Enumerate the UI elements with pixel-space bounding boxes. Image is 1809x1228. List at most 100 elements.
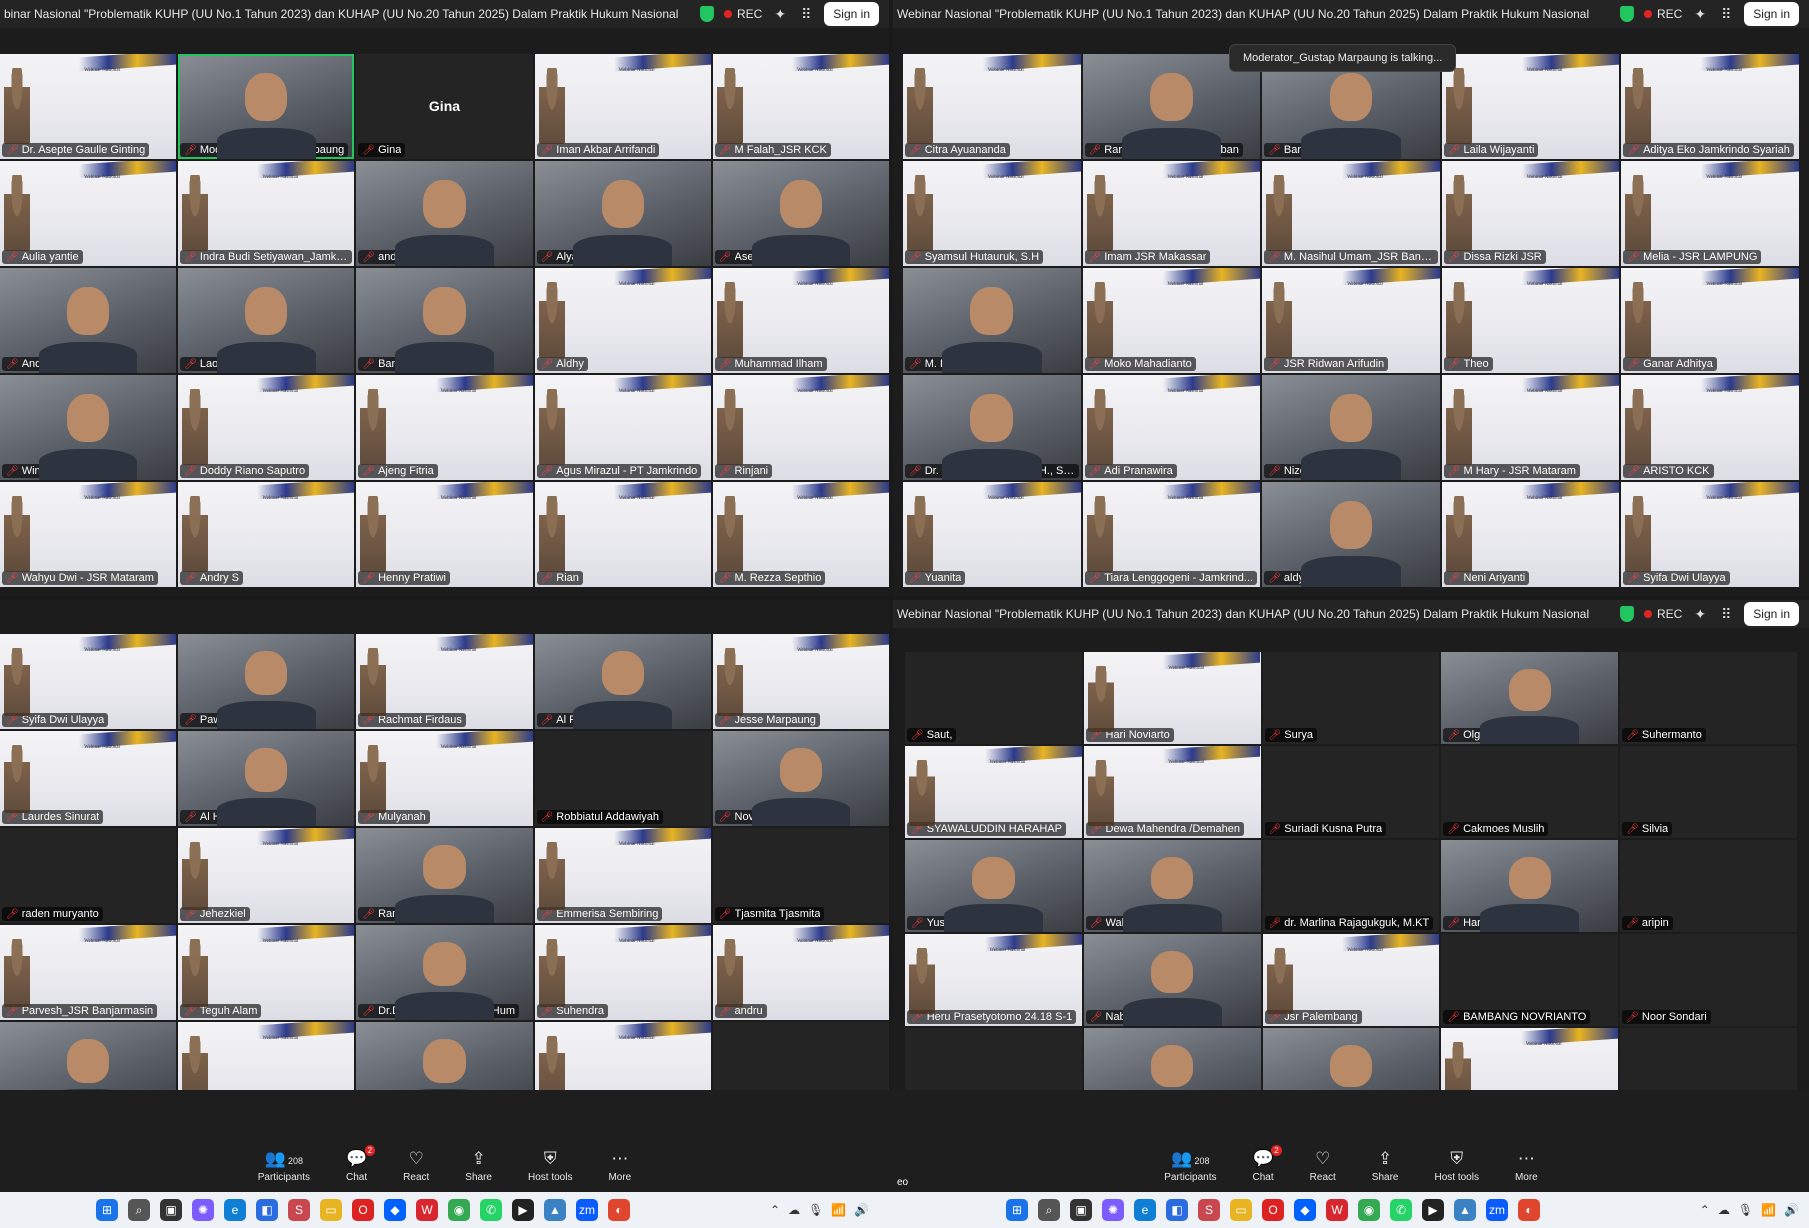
participant-tile[interactable]: 🎤︎ Alya A xyxy=(534,161,711,266)
participant-tile[interactable]: 🎤︎ M. Fahrudin Syah xyxy=(903,268,1081,373)
participant-tile[interactable]: Webinar Nasional 🎤︎ SYAWALUDDIN HARAHAP xyxy=(905,746,1082,838)
sparkle-icon[interactable]: ✦ xyxy=(1692,606,1708,622)
participant-tile[interactable]: Webinar Nasional 🎤︎ ARISTO KCK xyxy=(1621,375,1799,480)
participant-tile[interactable]: Webinar Nasional 🎤︎ Laila Wijayanti xyxy=(1441,54,1620,159)
share-button[interactable]: ⇪ Share xyxy=(1372,1149,1399,1183)
windows-start-icon[interactable]: ⊞ xyxy=(96,1199,118,1221)
participant-tile[interactable]: Webinar Nasional 🎤︎ Yuanita xyxy=(903,482,1081,587)
participant-tile[interactable]: 🎤︎Samsung SM-A715F xyxy=(905,1028,1082,1090)
participant-tile[interactable]: Webinar Nasional 🎤︎ andru xyxy=(712,925,889,1020)
participant-tile[interactable]: 🎤︎ Surya xyxy=(1262,652,1440,744)
participant-tile[interactable]: Webinar Nasional🎤︎Dheon Yanuar Pribadi xyxy=(178,1022,355,1090)
participant-tile[interactable]: 🎤︎ Wahyudi Adiprasetyo xyxy=(1083,840,1261,932)
app-icon[interactable]: S xyxy=(288,1199,310,1221)
folder-icon[interactable]: ▭ xyxy=(1230,1199,1252,1221)
participant-tile[interactable]: Webinar Nasional 🎤︎ Rian xyxy=(534,482,711,587)
task-view-icon[interactable]: ▣ xyxy=(1070,1199,1092,1221)
participant-tile[interactable]: 🎤︎ Nizon xyxy=(1262,375,1440,480)
more-button[interactable]: ⋯ More xyxy=(1515,1149,1538,1183)
participant-tile[interactable]: 🎤︎ aripin xyxy=(1620,840,1797,932)
security-shield-icon[interactable] xyxy=(1619,606,1634,622)
participant-tile[interactable]: Webinar Nasional 🎤︎ Henny Pratiwi xyxy=(356,482,533,587)
react-button[interactable]: ♡ React xyxy=(403,1149,429,1183)
copilot-icon[interactable]: ✺ xyxy=(1102,1199,1124,1221)
participant-tile[interactable]: Webinar Nasional 🎤︎ Rinjani xyxy=(712,375,889,480)
participant-tile[interactable]: 🎤︎ Dr.Drs.Saut, SH.MH.M.Hum xyxy=(356,925,533,1020)
participant-tile[interactable]: Webinar Nasional 🎤︎ Ganar Adhitya xyxy=(1621,268,1799,373)
participant-tile[interactable]: 🎤︎ Noor Sondari xyxy=(1620,934,1797,1026)
wps-icon[interactable]: W xyxy=(416,1199,438,1221)
participant-tile[interactable]: Webinar Nasional 🎤︎ Aulia yantie xyxy=(0,161,177,266)
participant-tile[interactable]: 🎤︎ Silvia xyxy=(1620,746,1797,838)
participant-tile[interactable]: Webinar Nasional 🎤︎ Emmerisa Sembiring xyxy=(534,828,711,923)
participants-button[interactable]: 👥 208 Participants xyxy=(1164,1149,1216,1183)
participant-tile[interactable]: 🎤︎ BAMBANG NOVRIANTO xyxy=(1441,934,1619,1026)
photos-icon[interactable]: ▲ xyxy=(544,1199,566,1221)
dropbox-icon[interactable]: ◆ xyxy=(1294,1199,1316,1221)
mic-icon[interactable]: 🎙 xyxy=(1738,1203,1753,1217)
wifi-icon[interactable]: 📶 xyxy=(1761,1203,1776,1217)
zoom-icon[interactable]: zm xyxy=(1486,1199,1508,1221)
participant-tile[interactable]: Webinar Nasional 🎤︎ M Hary - JSR Mataram xyxy=(1441,375,1620,480)
search-icon[interactable]: ⌕ xyxy=(128,1199,150,1221)
sparkle-icon[interactable]: ✦ xyxy=(772,6,788,22)
participant-tile[interactable]: Webinar Nasional 🎤︎ Adi Pranawira xyxy=(1082,375,1261,480)
participant-tile[interactable]: Webinar Nasional 🎤︎ Dissa Rizki JSR xyxy=(1441,161,1620,266)
participant-tile[interactable]: Webinar Nasional 🎤︎ Tiara Lenggogeni - Jam… xyxy=(1082,482,1261,587)
edge-icon[interactable]: e xyxy=(1134,1199,1156,1221)
whatsapp-icon[interactable]: ✆ xyxy=(480,1199,502,1221)
cloud-icon[interactable]: ☁ xyxy=(1718,1203,1730,1217)
participant-tile[interactable]: Webinar Nasional 🎤︎ M Falah_JSR KCK xyxy=(712,54,889,159)
participant-tile[interactable]: 🎤︎ Windy Nadiasatri xyxy=(0,375,177,480)
participant-tile[interactable]: 🎤︎Yanuar - JSR Aceh xyxy=(1262,1028,1440,1090)
participant-tile[interactable]: 🎤︎ Yusni Hardi xyxy=(905,840,1082,932)
participant-tile[interactable]: Webinar Nasional 🎤︎ Parvesh_JSR Banjarmasi… xyxy=(0,925,177,1020)
chrome-icon[interactable]: ◉ xyxy=(448,1199,470,1221)
opera-icon[interactable]: O xyxy=(1262,1199,1284,1221)
participant-tile[interactable]: 🎤︎ Cakmoes Muslih xyxy=(1441,746,1619,838)
chevron-up-icon[interactable]: ⌃ xyxy=(770,1203,780,1217)
participant-tile[interactable]: 🎤︎Yossy xyxy=(1620,1028,1797,1090)
participant-tile[interactable]: Webinar Nasional 🎤︎ Indra Budi Setiyawan_J… xyxy=(178,161,355,266)
participant-tile[interactable]: Webinar Nasional 🎤︎ Jehezkiel xyxy=(178,828,355,923)
cloud-icon[interactable]: ☁ xyxy=(788,1203,800,1217)
participants-button[interactable]: 👥 208 Participants xyxy=(258,1149,310,1183)
participant-tile[interactable]: Webinar Nasional 🎤︎ Teguh Alam xyxy=(178,925,355,1020)
participant-tile[interactable]: 🎤︎ Dr. Darmawan Yusuf, SH., SE... xyxy=(903,375,1081,480)
participant-tile[interactable]: 🎤︎ Al Hasanul Bishry xyxy=(178,731,355,826)
app-icon[interactable]: S xyxy=(1198,1199,1220,1221)
recording-indicator[interactable]: REC xyxy=(1644,607,1682,621)
participant-tile[interactable]: 🎤︎ Laode Shalihi Ismail xyxy=(178,268,355,373)
participant-tile[interactable]: 🎤︎Saut, xyxy=(905,652,1082,744)
participant-tile[interactable]: Webinar Nasional 🎤︎ Melia - JSR LAMPUNG xyxy=(1621,161,1799,266)
participant-tile[interactable]: 🎤︎ Harmidi xyxy=(1441,840,1619,932)
participant-tile[interactable]: Webinar Nasional 🎤︎ Doddy Riano Saputro xyxy=(178,375,355,480)
copilot-icon[interactable]: ✺ xyxy=(192,1199,214,1221)
security-shield-icon[interactable] xyxy=(1619,6,1634,22)
participant-tile[interactable]: Webinar Nasional 🎤︎ Aditya Eko Jamkrindo S… xyxy=(1621,54,1799,159)
participant-tile[interactable]: Webinar Nasional 🎤︎ Iman Akbar Arrifandi xyxy=(534,54,711,159)
participant-tile[interactable]: Webinar Nasional 🎤︎ Andry S xyxy=(178,482,355,587)
participant-tile[interactable]: Webinar Nasional 🎤︎ Muhammad Ilham xyxy=(712,268,889,373)
photos-icon[interactable]: ▲ xyxy=(1454,1199,1476,1221)
participant-tile[interactable]: 🎤︎ Pawana Darma xyxy=(178,634,355,729)
more-button[interactable]: ⋯ More xyxy=(608,1149,631,1183)
chat-button[interactable]: 💬 2 Chat xyxy=(346,1145,376,1183)
participant-tile[interactable]: Webinar Nasional 🎤︎ Hari Noviarto xyxy=(1083,652,1261,744)
participant-tile[interactable]: Webinar Nasional 🎤︎ Syamsul Hutauruk, S.H xyxy=(903,161,1081,266)
store-icon[interactable]: ◧ xyxy=(1166,1199,1188,1221)
participant-tile[interactable]: Webinar Nasional 🎤︎ Jsr Palembang xyxy=(1262,934,1440,1026)
host-tools-button[interactable]: ⛨ Host tools xyxy=(528,1149,572,1183)
share-button[interactable]: ⇪ Share xyxy=(465,1149,492,1183)
participant-tile[interactable]: Webinar Nasional 🎤︎ M. Nasihul Umam_JSR Ba… xyxy=(1262,161,1440,266)
participant-tile[interactable]: Webinar Nasional🎤︎Ermila xyxy=(534,1022,711,1090)
sign-in-button[interactable]: Sign in xyxy=(1744,2,1799,26)
opera-icon[interactable]: O xyxy=(352,1199,374,1221)
media-player-icon[interactable]: ▶ xyxy=(1422,1199,1444,1221)
recording-indicator[interactable]: REC xyxy=(724,7,762,21)
participant-tile[interactable]: 🎤︎ Robbiatul Addawiyah xyxy=(534,731,711,826)
participant-tile[interactable]: 🎤︎ andi chandra xyxy=(356,161,533,266)
apps-grid-icon[interactable]: ⠿ xyxy=(1718,6,1734,22)
security-shield-icon[interactable] xyxy=(699,6,714,22)
participant-tile[interactable]: Webinar Nasional 🎤︎ Syifa Dwi Ulayya xyxy=(1621,482,1799,587)
